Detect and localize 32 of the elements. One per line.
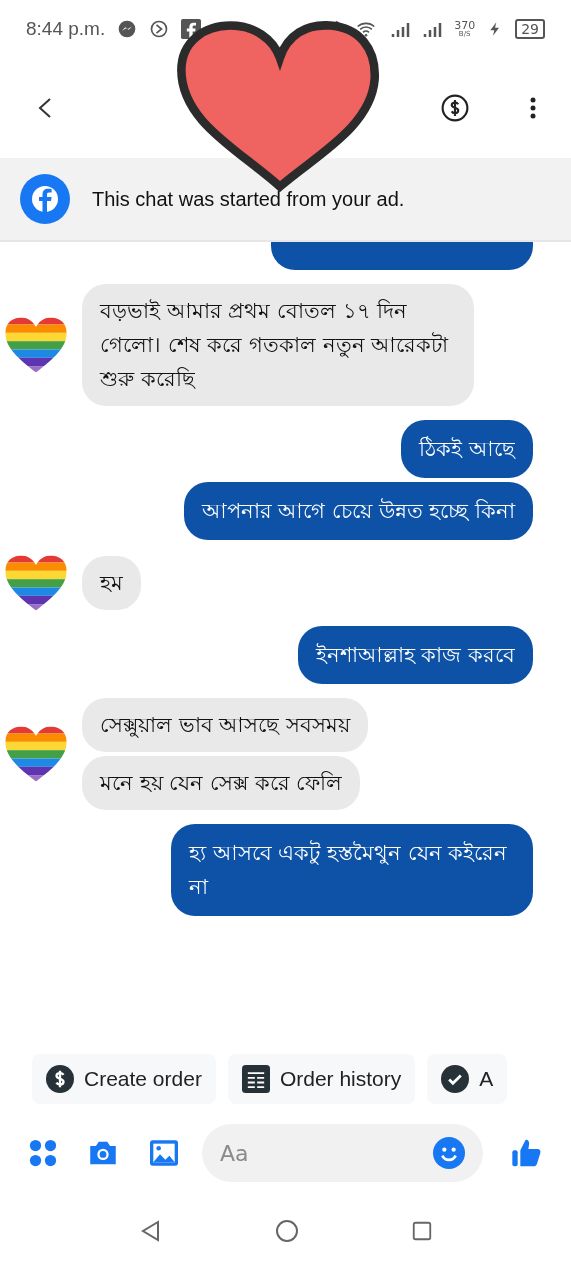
sent-message: আপনার আগে চেয়ে উন্নত হচ্ছে কিনা: [183, 482, 533, 540]
quick-reply-button[interactable]: Create order: [32, 1054, 216, 1104]
apps-icon[interactable]: [28, 1138, 58, 1168]
message-field[interactable]: Aa: [220, 1136, 433, 1170]
received-message: বড়ভাই আমার প্রথম বোতল ১৭ দিন গেলো। শেষ করে গতকাল নতুন আরেকটা শুরু করেছি: [82, 284, 474, 406]
sent-message: হ্য আসবে একটু হস্তমৈথুন যেন কইরেন না: [171, 824, 533, 916]
received-message: সেক্সুয়াল ভাব আসছে সবসময়: [82, 698, 369, 752]
messenger-icon: [117, 19, 138, 39]
rainbow-heart-icon: [4, 554, 68, 612]
quick-reply-button[interactable]: A: [427, 1054, 508, 1104]
battery-level: 29: [515, 19, 545, 39]
nav-recents-icon[interactable]: [410, 1220, 433, 1242]
banner-text: This chat was started from your ad.: [92, 187, 405, 212]
rainbow-heart-icon: [4, 725, 68, 783]
rainbow-heart-icon: [4, 316, 68, 374]
emoji-icon[interactable]: [433, 1137, 465, 1169]
more-options-icon[interactable]: [529, 96, 537, 120]
dollar-icon[interactable]: [441, 94, 469, 122]
received-message: মনে হয় যেন সেক্স করে ফেলি: [82, 756, 361, 810]
check-icon: [441, 1065, 470, 1093]
list-icon: [241, 1065, 270, 1093]
message-composer[interactable]: Aa: [202, 1124, 483, 1182]
facebook-icon: [20, 174, 70, 224]
dollar-icon: [46, 1065, 74, 1093]
nav-home-icon[interactable]: [274, 1219, 299, 1243]
sent-message: ঠিকই আছে: [401, 420, 533, 478]
image-icon[interactable]: [148, 1137, 180, 1169]
network-speed: 370: [454, 20, 476, 31]
quick-reply-button[interactable]: Order history: [227, 1054, 416, 1104]
received-message: হম: [82, 556, 141, 610]
sent-message: ইনশাআল্লাহ কাজ করবে: [297, 626, 533, 684]
clock-time: 8:44 p.m.: [26, 16, 106, 41]
